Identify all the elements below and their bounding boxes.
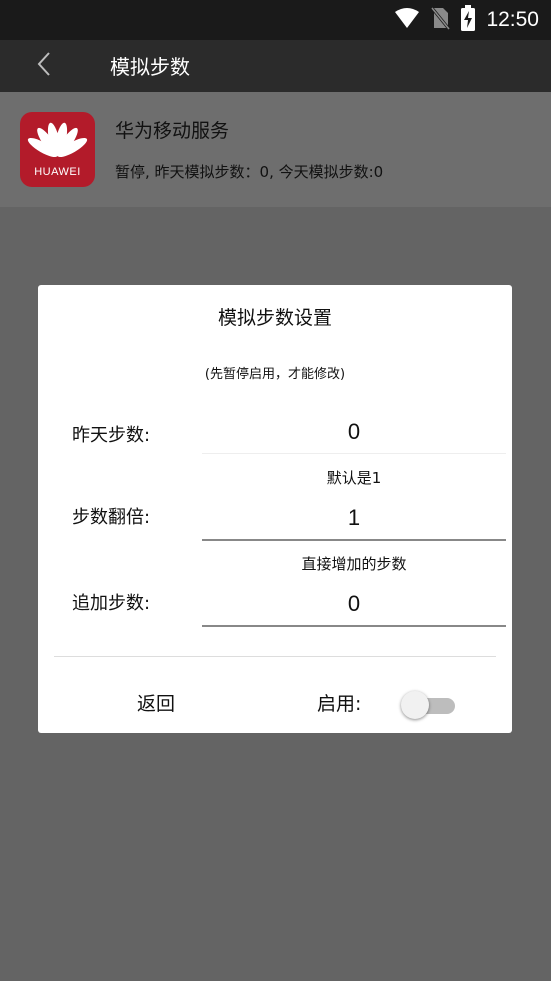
dialog-title: 模拟步数设置 bbox=[217, 307, 332, 329]
extra-steps-input[interactable] bbox=[202, 582, 506, 626]
multiplier-input[interactable] bbox=[202, 496, 506, 540]
yesterday-steps-input[interactable] bbox=[202, 410, 506, 454]
yesterday-steps-label: 昨天步数: bbox=[72, 425, 151, 446]
app-icon-brand: HUAWEI bbox=[34, 166, 81, 178]
toggle-thumb bbox=[401, 691, 429, 719]
app-status: 暂停, 昨天模拟步数：0, 今天模拟步数:0 bbox=[115, 163, 384, 181]
dialog-divider bbox=[54, 656, 496, 657]
no-sim-icon bbox=[430, 6, 451, 34]
wifi-icon bbox=[394, 7, 420, 33]
multiplier-underline bbox=[202, 539, 506, 541]
dialog-note: (先暂停启用，才能修改) bbox=[204, 367, 346, 382]
app-name: 华为移动服务 bbox=[115, 120, 230, 142]
page-title: 模拟步数 bbox=[110, 55, 190, 79]
status-icons: 12:50 bbox=[394, 5, 539, 35]
enable-label: 启用: bbox=[317, 693, 362, 715]
back-button[interactable] bbox=[24, 48, 64, 84]
status-time: 12:50 bbox=[486, 8, 539, 31]
extra-steps-hint: 直接增加的步数 bbox=[301, 555, 407, 573]
step-settings-dialog: 模拟步数设置 (先暂停启用，才能修改) 昨天步数: 默认是1 步数翻倍: 直接增… bbox=[38, 285, 512, 733]
return-button[interactable]: 返回 bbox=[116, 689, 196, 719]
yesterday-steps-underline bbox=[202, 453, 506, 454]
huawei-logo-icon bbox=[27, 122, 88, 158]
status-bar: 12:50 bbox=[0, 0, 551, 40]
enable-toggle[interactable] bbox=[401, 689, 457, 721]
chevron-left-icon bbox=[36, 51, 52, 81]
extra-steps-label: 追加步数: bbox=[72, 593, 151, 614]
battery-charging-icon bbox=[460, 5, 476, 35]
multiplier-hint: 默认是1 bbox=[326, 469, 382, 487]
huawei-app-icon: HUAWEI bbox=[20, 112, 95, 187]
toolbar: 模拟步数 bbox=[0, 40, 551, 92]
multiplier-label: 步数翻倍: bbox=[72, 507, 151, 528]
extra-steps-underline bbox=[202, 625, 506, 627]
app-list-item[interactable]: HUAWEI 华为移动服务 暂停, 昨天模拟步数：0, 今天模拟步数:0 bbox=[0, 92, 551, 208]
